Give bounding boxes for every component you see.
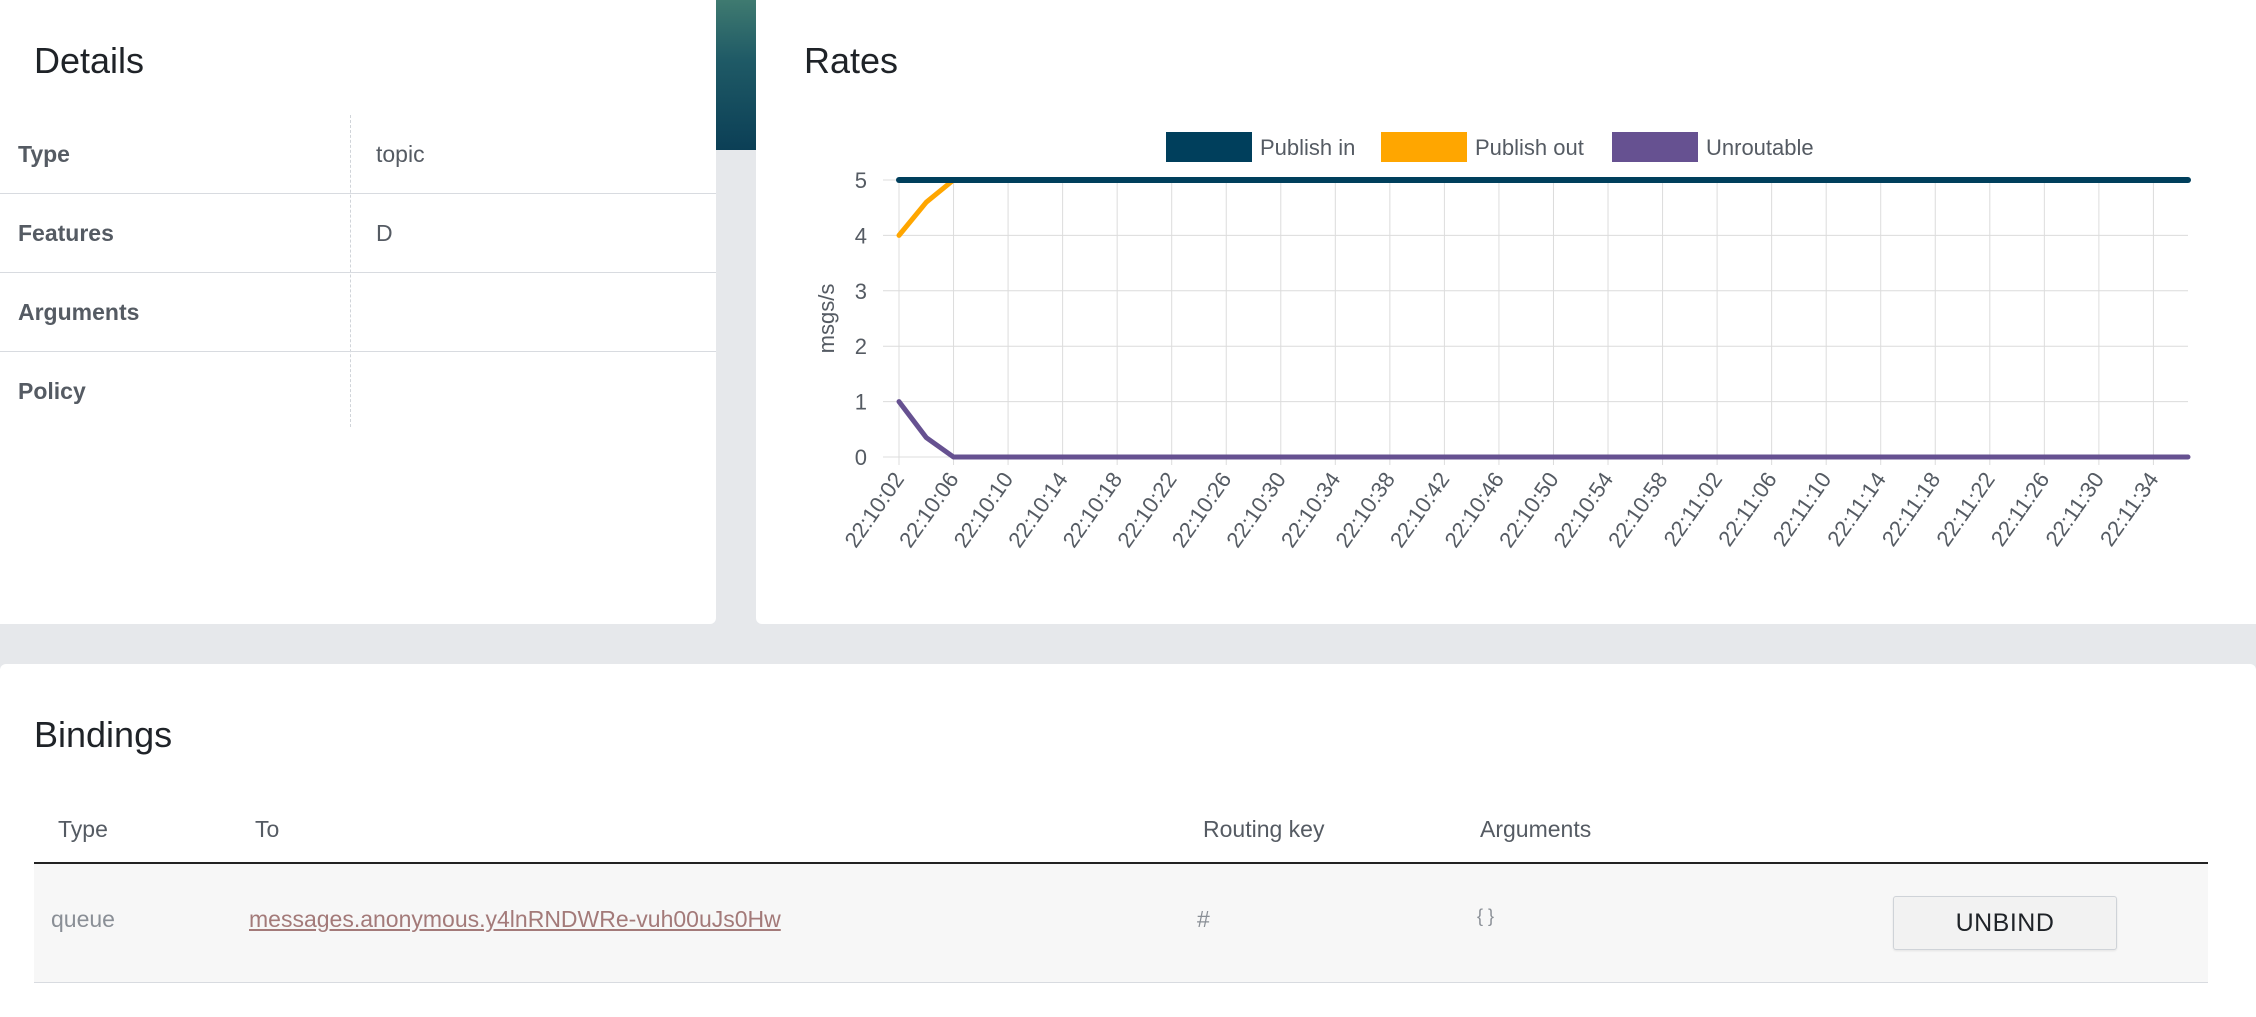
legend-label-publish-in: Publish in bbox=[1260, 135, 1355, 160]
legend-swatch-publish-in bbox=[1166, 132, 1252, 162]
column-header-to: To bbox=[255, 816, 280, 842]
column-header-routing-key: Routing key bbox=[1203, 816, 1325, 842]
details-key-policy: Policy bbox=[18, 378, 86, 404]
exchange-page: Details Type topic Features D Arguments … bbox=[0, 0, 2256, 1017]
details-panel: Details Type topic Features D Arguments … bbox=[0, 0, 716, 624]
details-row-arguments: Arguments bbox=[0, 273, 716, 352]
details-row-policy: Policy bbox=[0, 352, 716, 430]
y-tick-label: 3 bbox=[855, 279, 867, 304]
y-tick-label: 0 bbox=[855, 445, 867, 470]
bindings-title: Bindings bbox=[34, 714, 173, 755]
bindings-table-header: Type To Routing key Arguments bbox=[34, 800, 2208, 864]
rates-chart: 01234522:10:0222:10:0622:10:1022:10:1422… bbox=[814, 132, 2191, 552]
unbind-button[interactable]: UNBIND bbox=[1893, 896, 2117, 950]
y-axis-label: msgs/s bbox=[814, 284, 839, 354]
binding-arguments: { } bbox=[1477, 906, 1495, 926]
details-key-features: Features bbox=[18, 220, 114, 246]
details-row-type: Type topic bbox=[0, 115, 716, 194]
series-line-unroutable bbox=[896, 399, 2191, 460]
binding-routing-key: # bbox=[1197, 906, 1210, 932]
details-key-type: Type bbox=[18, 141, 70, 167]
rates-panel: Rates 0 1 2 3 4 5 22:10:02 22:10:06 22:10:10 22:1… bbox=[756, 0, 2256, 624]
legend-swatch-publish-out bbox=[1381, 132, 1467, 162]
y-tick-label: 2 bbox=[855, 334, 867, 359]
legend-label-unroutable: Unroutable bbox=[1706, 135, 1814, 160]
accent-strip bbox=[716, 0, 756, 150]
bindings-panel: Bindings Type To Routing key Arguments q… bbox=[0, 664, 2256, 1017]
details-key-arguments: Arguments bbox=[18, 299, 140, 325]
series-line-publish-out bbox=[896, 177, 2191, 238]
details-value-type: topic bbox=[376, 141, 425, 167]
column-header-arguments: Arguments bbox=[1480, 816, 1592, 842]
table-row: queue messages.anonymous.y4lnRNDWRe-vuh0… bbox=[34, 864, 2208, 983]
bindings-table: Type To Routing key Arguments queue mess… bbox=[34, 800, 2208, 983]
details-title: Details bbox=[34, 40, 145, 81]
y-tick-label: 5 bbox=[855, 168, 867, 193]
details-value-features: D bbox=[376, 220, 393, 246]
details-row-features: Features D bbox=[0, 194, 716, 273]
binding-type: queue bbox=[51, 906, 115, 932]
binding-destination-link[interactable]: messages.anonymous.y4lnRNDWRe-vuh00uJs0H… bbox=[249, 906, 781, 933]
legend-swatch-unroutable bbox=[1612, 132, 1698, 162]
legend-label-publish-out: Publish out bbox=[1475, 135, 1584, 160]
y-tick-label: 4 bbox=[855, 223, 867, 248]
details-table: Type topic Features D Arguments Policy bbox=[0, 115, 716, 430]
y-tick-label: 1 bbox=[855, 390, 867, 415]
column-header-type: Type bbox=[58, 816, 108, 842]
